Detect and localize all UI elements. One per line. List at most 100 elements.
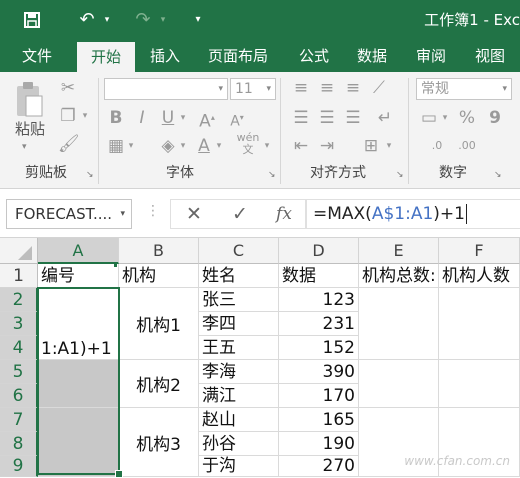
- cell-d3[interactable]: 231: [279, 312, 359, 336]
- font-launcher-icon[interactable]: ↘: [268, 170, 276, 180]
- underline-dropdown-icon[interactable]: ▾: [178, 108, 188, 128]
- clipboard-launcher-icon[interactable]: ↘: [86, 170, 94, 180]
- align-top-icon[interactable]: ≡: [290, 78, 312, 98]
- align-bottom-icon[interactable]: ≡: [342, 78, 364, 98]
- increase-indent-icon[interactable]: ⇥: [316, 136, 338, 156]
- fill-dropdown-icon[interactable]: ▾: [178, 136, 188, 156]
- cell-c3[interactable]: 李四: [199, 312, 279, 336]
- tab-formulas[interactable]: 公式: [290, 40, 338, 72]
- cell-d5[interactable]: 390: [279, 360, 359, 384]
- chevron-down-icon[interactable]: ▾: [120, 200, 125, 228]
- paste-dropdown-icon[interactable]: ▾: [22, 142, 27, 152]
- cell-b1[interactable]: 机构: [119, 264, 199, 288]
- merge-dropdown-icon[interactable]: ▾: [384, 136, 394, 156]
- column-header-d[interactable]: D: [279, 238, 359, 264]
- fill-color-icon[interactable]: ◈: [158, 136, 178, 156]
- cell-f1[interactable]: 机构人数: [439, 264, 520, 288]
- column-header-b[interactable]: B: [119, 238, 199, 264]
- row-header-7[interactable]: 7: [0, 408, 38, 432]
- row-header-5[interactable]: 5: [0, 360, 38, 384]
- tab-view[interactable]: 视图: [466, 40, 514, 72]
- name-box[interactable]: FORECAST.... ▾: [6, 199, 132, 229]
- accounting-dropdown-icon[interactable]: ▾: [440, 108, 450, 128]
- cell-c5[interactable]: 李海: [199, 360, 279, 384]
- row-header-3[interactable]: 3: [0, 312, 38, 336]
- align-center-icon[interactable]: ☰: [316, 108, 338, 128]
- borders-dropdown-icon[interactable]: ▾: [126, 136, 136, 156]
- phonetic-dropdown-icon[interactable]: ▾: [262, 136, 272, 156]
- align-right-icon[interactable]: ☰: [342, 108, 364, 128]
- format-painter-icon[interactable]: 🖌: [58, 134, 80, 154]
- worksheet-grid[interactable]: A B C D E F 1 2 3 4 5 6 7 8 9 编号 机构 姓名 数…: [0, 238, 520, 478]
- tab-review[interactable]: 审阅: [406, 40, 456, 72]
- cell-c9[interactable]: 于沟: [199, 456, 279, 477]
- accounting-format-icon[interactable]: ▭: [418, 108, 440, 128]
- increase-font-icon[interactable]: A▴: [196, 108, 218, 132]
- cut-icon[interactable]: ✂: [58, 78, 78, 98]
- alignment-launcher-icon[interactable]: ↘: [396, 170, 404, 180]
- cell-e5-merged[interactable]: [359, 360, 439, 408]
- phonetic-icon[interactable]: wén 文: [236, 132, 260, 156]
- borders-icon[interactable]: ▦: [106, 136, 126, 156]
- tab-home[interactable]: 开始: [77, 42, 135, 72]
- merge-center-icon[interactable]: ⊞: [360, 136, 382, 156]
- decrease-font-icon[interactable]: A▾: [226, 108, 248, 132]
- paste-icon[interactable]: [12, 80, 48, 120]
- customize-qat-icon[interactable]: ▾: [190, 0, 206, 40]
- insert-function-button[interactable]: fx: [267, 200, 301, 228]
- row-header-8[interactable]: 8: [0, 432, 38, 456]
- row-header-9[interactable]: 9: [0, 456, 38, 477]
- increase-decimal-icon[interactable]: .0: [426, 136, 448, 156]
- cell-a7-merged[interactable]: [38, 408, 119, 477]
- cell-b7-merged[interactable]: 机构3: [119, 408, 199, 477]
- row-header-6[interactable]: 6: [0, 384, 38, 408]
- cell-d1[interactable]: 数据: [279, 264, 359, 288]
- select-all-corner[interactable]: [0, 238, 38, 264]
- decrease-decimal-icon[interactable]: .00: [456, 136, 478, 156]
- cell-c1[interactable]: 姓名: [199, 264, 279, 288]
- cancel-button[interactable]: ✕: [177, 200, 211, 228]
- cell-d4[interactable]: 152: [279, 336, 359, 360]
- cell-a1[interactable]: 编号: [38, 264, 119, 288]
- cell-e2-merged[interactable]: [359, 288, 439, 360]
- cell-c6[interactable]: 满江: [199, 384, 279, 408]
- wrap-text-icon[interactable]: ↵: [374, 108, 396, 128]
- cell-c2[interactable]: 张三: [199, 288, 279, 312]
- save-icon[interactable]: [18, 0, 46, 40]
- font-color-icon[interactable]: A: [194, 136, 214, 156]
- row-header-1[interactable]: 1: [0, 264, 38, 288]
- row-header-4[interactable]: 4: [0, 336, 38, 360]
- cell-a5-merged[interactable]: [38, 360, 119, 408]
- column-header-f[interactable]: F: [439, 238, 520, 264]
- cell-b5-merged[interactable]: 机构2: [119, 360, 199, 408]
- undo-dropdown-icon[interactable]: ▾: [100, 0, 114, 40]
- cell-c7[interactable]: 赵山: [199, 408, 279, 432]
- bold-button[interactable]: B: [106, 108, 126, 128]
- row-header-2[interactable]: 2: [0, 288, 38, 312]
- tab-file[interactable]: 文件: [10, 40, 64, 72]
- cell-d8[interactable]: 190: [279, 432, 359, 456]
- formula-input[interactable]: =MAX(A$1:A1)+1: [306, 199, 520, 229]
- cell-f2-merged[interactable]: [439, 288, 520, 360]
- cell-d6[interactable]: 170: [279, 384, 359, 408]
- copy-icon[interactable]: ❐: [58, 106, 78, 126]
- column-header-e[interactable]: E: [359, 238, 439, 264]
- tab-data[interactable]: 数据: [348, 40, 396, 72]
- font-color-dropdown-icon[interactable]: ▾: [214, 136, 224, 156]
- align-middle-icon[interactable]: ≡: [316, 78, 338, 98]
- tab-page-layout[interactable]: 页面布局: [198, 40, 278, 72]
- percent-button[interactable]: %: [456, 108, 478, 128]
- cell-a2-merged[interactable]: 1:A1)+1: [38, 288, 119, 360]
- comma-style-button[interactable]: 9: [484, 108, 506, 128]
- cell-e1[interactable]: 机构总数:: [359, 264, 439, 288]
- number-format-combo[interactable]: 常规 ▾: [416, 78, 512, 100]
- redo-icon[interactable]: ↷: [130, 0, 156, 40]
- column-header-a[interactable]: A: [38, 238, 119, 264]
- italic-button[interactable]: I: [132, 108, 152, 128]
- cell-d7[interactable]: 165: [279, 408, 359, 432]
- cell-c8[interactable]: 孙谷: [199, 432, 279, 456]
- number-launcher-icon[interactable]: ↘: [494, 170, 502, 180]
- cell-d2[interactable]: 123: [279, 288, 359, 312]
- font-size-combo[interactable]: 11 ▾: [230, 78, 276, 100]
- underline-button[interactable]: U: [158, 108, 178, 128]
